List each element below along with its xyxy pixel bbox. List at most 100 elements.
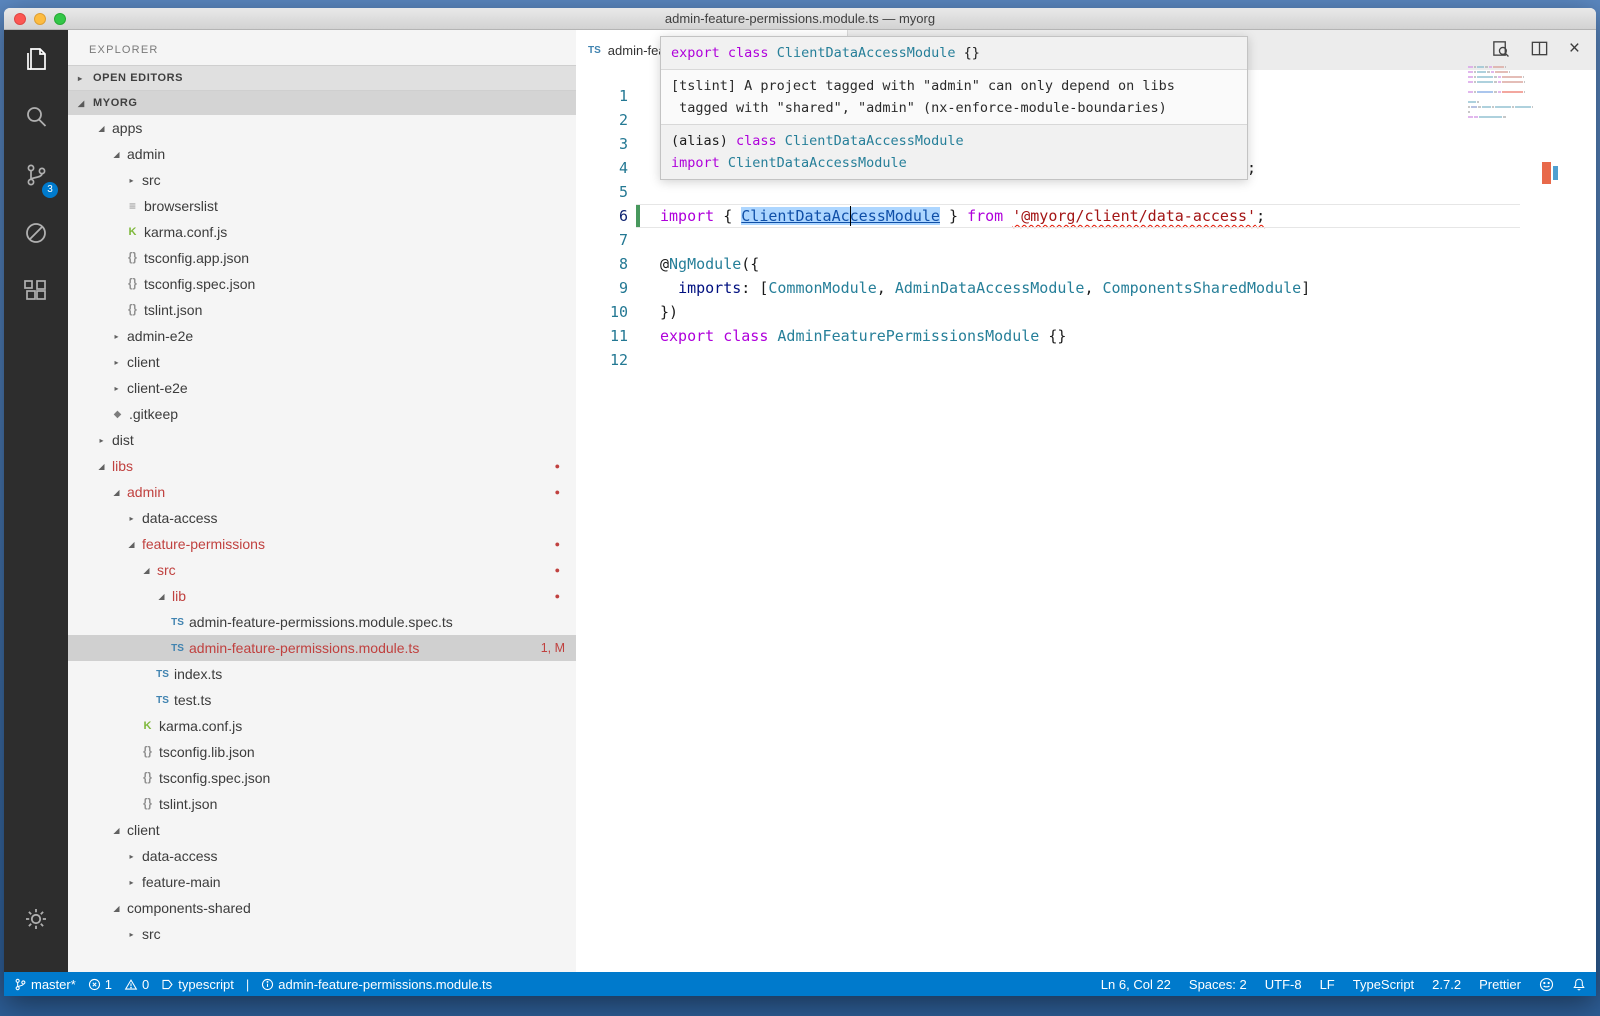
eol-indicator[interactable]: LF (1320, 977, 1335, 992)
errors-count[interactable]: 1 (88, 977, 112, 992)
code-line[interactable]: 7 (576, 228, 1596, 252)
tree-file-tsconfig.app.json[interactable]: {}tsconfig.app.json (68, 245, 576, 271)
tree-folder-feature-permissions[interactable]: ◢feature-permissions● (68, 531, 576, 557)
minimap-segment (1477, 101, 1479, 103)
tree-folder-dist[interactable]: ▸dist (68, 427, 576, 453)
open-preview-icon[interactable] (1491, 39, 1510, 58)
search-activity-button[interactable] (4, 88, 68, 146)
explorer-activity-button[interactable] (4, 30, 68, 88)
line-number[interactable]: 12 (576, 348, 628, 372)
search-icon (22, 103, 50, 131)
overview-info-marker (1553, 166, 1558, 180)
notifications-bell-icon[interactable] (1572, 977, 1586, 992)
formatter-indicator[interactable]: Prettier (1479, 977, 1521, 992)
tree-folder-apps[interactable]: ◢apps (68, 115, 576, 141)
tree-folder-src[interactable]: ◢src● (68, 557, 576, 583)
code-token (1003, 207, 1012, 225)
source-control-activity-button[interactable]: 3 (4, 146, 68, 204)
line-number[interactable]: 1 (576, 84, 628, 108)
split-editor-icon[interactable] (1530, 39, 1549, 58)
git-status-badge: 1, M (541, 641, 565, 655)
tree-folder-admin[interactable]: ◢admin● (68, 479, 576, 505)
tree-file-tslint.json[interactable]: {}tslint.json (68, 297, 576, 323)
tree-folder-components-shared[interactable]: ◢components-shared (68, 895, 576, 921)
code-line[interactable]: 11export class AdminFeaturePermissionsMo… (576, 324, 1596, 348)
tree-folder-client[interactable]: ◢client (68, 817, 576, 843)
cursor-position[interactable]: Ln 6, Col 22 (1101, 977, 1171, 992)
problem-dot-badge: ● (555, 539, 560, 549)
line-number[interactable]: 11 (576, 324, 628, 348)
code-token: (alias) (671, 133, 736, 149)
line-number[interactable]: 2 (576, 108, 628, 132)
hover-alias-line: (alias) class ClientDataAccessModule (671, 130, 1237, 152)
tree-file-tsconfig.lib.json[interactable]: {}tsconfig.lib.json (68, 739, 576, 765)
minimap-segment (1474, 71, 1476, 73)
linter-status[interactable]: typescript (161, 977, 234, 992)
branch-indicator[interactable]: master* (14, 977, 76, 992)
line-number[interactable]: 4 (576, 156, 628, 180)
tree-file-.gitkeep[interactable]: ◆.gitkeep (68, 401, 576, 427)
close-editor-icon[interactable]: × (1569, 40, 1580, 58)
minimap-segment (1474, 76, 1476, 78)
tree-file-browserslist[interactable]: ≡browserslist (68, 193, 576, 219)
line-number[interactable]: 7 (576, 228, 628, 252)
tree-folder-data-access[interactable]: ▸data-access (68, 843, 576, 869)
code-line[interactable]: 9 imports: [CommonModule, AdminDataAcces… (576, 276, 1596, 300)
tree-folder-admin[interactable]: ◢admin (68, 141, 576, 167)
active-file-status[interactable]: admin-feature-permissions.module.ts (261, 977, 492, 992)
tree-file-admin-feature-permissions.module.ts[interactable]: TSadmin-feature-permissions.module.ts1, … (68, 635, 576, 661)
active-file-name: admin-feature-permissions.module.ts (278, 977, 492, 992)
tree-folder-data-access[interactable]: ▸data-access (68, 505, 576, 531)
tree-file-karma.conf.js[interactable]: Kkarma.conf.js (68, 713, 576, 739)
settings-button[interactable] (4, 890, 68, 948)
line-number[interactable]: 3 (576, 132, 628, 156)
extensions-activity-button[interactable] (4, 262, 68, 320)
line-number[interactable]: 8 (576, 252, 628, 276)
tree-folder-admin-e2e[interactable]: ▸admin-e2e (68, 323, 576, 349)
tree-file-tsconfig.spec.json[interactable]: {}tsconfig.spec.json (68, 271, 576, 297)
line-number[interactable]: 10 (576, 300, 628, 324)
code-token: ] (1301, 279, 1310, 297)
project-root-header[interactable]: ◢ MYORG (68, 90, 576, 115)
code-token: : [ (741, 279, 768, 297)
indentation-setting[interactable]: Spaces: 2 (1189, 977, 1247, 992)
chevron-collapsed-icon: ▸ (123, 852, 140, 861)
tree-file-index.ts[interactable]: TSindex.ts (68, 661, 576, 687)
extensions-icon (22, 277, 50, 305)
code-token: {} (1039, 327, 1066, 345)
zoom-window-button[interactable] (54, 13, 66, 25)
close-window-button[interactable] (14, 13, 26, 25)
debug-activity-button[interactable] (4, 204, 68, 262)
minimize-window-button[interactable] (34, 13, 46, 25)
code-line[interactable]: 6import { ClientDataAccessModule } from … (576, 204, 1596, 228)
tree-file-tsconfig.spec.json[interactable]: {}tsconfig.spec.json (68, 765, 576, 791)
tree-folder-src[interactable]: ▸src (68, 921, 576, 947)
tree-folder-feature-main[interactable]: ▸feature-main (68, 869, 576, 895)
open-editors-header[interactable]: ▸ OPEN EDITORS (68, 65, 576, 90)
code-line[interactable]: 10}) (576, 300, 1596, 324)
language-indicator[interactable]: TypeScript (1353, 977, 1414, 992)
ts-version[interactable]: 2.7.2 (1432, 977, 1461, 992)
line-number[interactable]: 6 (576, 204, 628, 228)
code-line[interactable]: 8@NgModule({ (576, 252, 1596, 276)
tree-file-karma.conf.js[interactable]: Kkarma.conf.js (68, 219, 576, 245)
tree-folder-lib[interactable]: ◢lib● (68, 583, 576, 609)
tree-folder-src[interactable]: ▸src (68, 167, 576, 193)
tree-file-admin-feature-permissions.module.spec.ts[interactable]: TSadmin-feature-permissions.module.spec.… (68, 609, 576, 635)
traffic-lights (14, 13, 66, 25)
minimap[interactable] (1468, 66, 1534, 126)
encoding-indicator[interactable]: UTF-8 (1265, 977, 1302, 992)
tree-folder-libs[interactable]: ◢libs● (68, 453, 576, 479)
line-number[interactable]: 9 (576, 276, 628, 300)
warnings-count[interactable]: 0 (124, 977, 149, 992)
tree-file-tslint.json[interactable]: {}tslint.json (68, 791, 576, 817)
code-line[interactable]: 12 (576, 348, 1596, 372)
tree-folder-client[interactable]: ▸client (68, 349, 576, 375)
tree-item-label: src (140, 926, 161, 942)
tree-file-test.ts[interactable]: TStest.ts (68, 687, 576, 713)
line-number[interactable]: 5 (576, 180, 628, 204)
minimap-segment (1494, 76, 1497, 78)
code-line[interactable]: 5 (576, 180, 1596, 204)
tree-folder-client-e2e[interactable]: ▸client-e2e (68, 375, 576, 401)
feedback-smiley-icon[interactable] (1539, 977, 1554, 992)
